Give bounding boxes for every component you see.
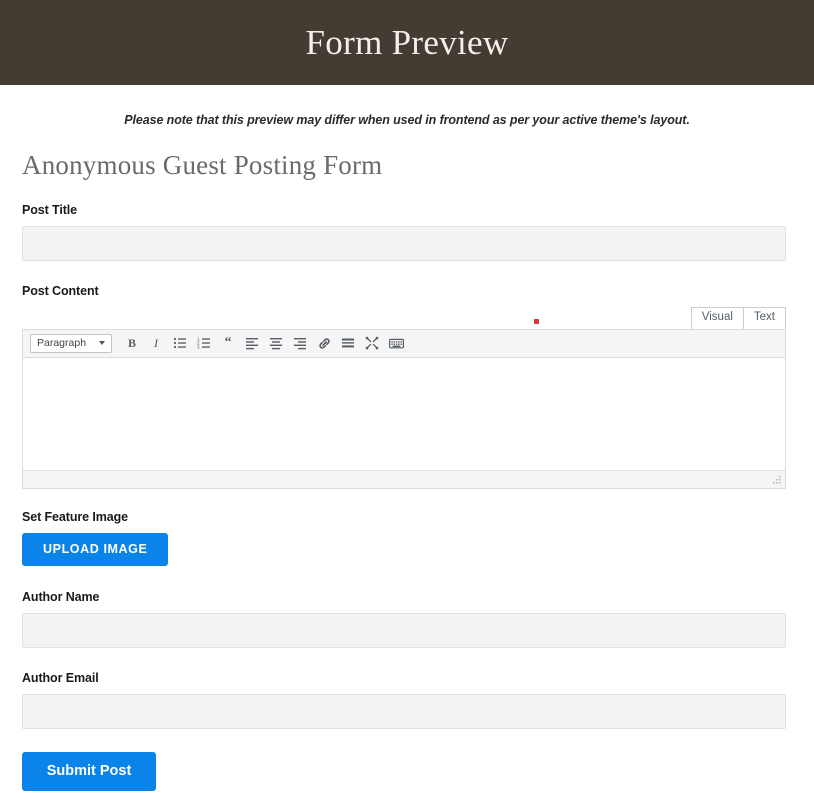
author-name-label: Author Name xyxy=(22,589,100,604)
editor-toolbar: Paragraph B I 1 2 3 “ xyxy=(23,329,785,358)
format-select[interactable]: Paragraph xyxy=(30,333,112,353)
field-post-title: Post Title xyxy=(22,203,786,261)
page-title: Form Preview xyxy=(305,23,509,62)
author-name-input[interactable] xyxy=(22,612,786,648)
wp-editor: Visual Text Paragraph B I 1 2 3 “ xyxy=(22,306,786,489)
numbered-list-icon[interactable]: 1 2 3 xyxy=(193,331,215,355)
align-left-icon[interactable] xyxy=(241,331,263,355)
italic-icon[interactable]: I xyxy=(145,331,167,355)
tab-text[interactable]: Text xyxy=(742,306,786,329)
svg-text:“: “ xyxy=(225,336,232,350)
post-title-input[interactable] xyxy=(22,225,786,261)
align-right-icon[interactable] xyxy=(289,331,311,355)
preview-notice-text: Please note that this preview may differ… xyxy=(124,113,690,127)
tab-visual[interactable]: Visual xyxy=(690,306,744,329)
editor-content-area[interactable] xyxy=(23,357,785,471)
svg-text:3: 3 xyxy=(197,345,200,350)
form-heading: Anonymous Guest Posting Form xyxy=(22,150,383,180)
read-more-icon[interactable] xyxy=(337,331,359,355)
author-email-input[interactable] xyxy=(22,693,786,729)
upload-image-button[interactable]: UPLOAD IMAGE xyxy=(22,532,169,566)
fullscreen-icon[interactable] xyxy=(361,331,383,355)
editor-box: Paragraph B I 1 2 3 “ xyxy=(22,328,786,489)
preview-notice: Please note that this preview may differ… xyxy=(0,85,814,127)
form-container: Anonymous Guest Posting Form Post Title … xyxy=(22,150,786,791)
field-feature-image: Set Feature Image UPLOAD IMAGE xyxy=(22,510,786,566)
resize-grip-icon[interactable] xyxy=(771,475,782,486)
keyboard-shortcuts-icon[interactable] xyxy=(385,331,407,355)
link-icon[interactable] xyxy=(313,331,335,355)
field-author-name: Author Name xyxy=(22,590,786,648)
submit-row: Submit Post xyxy=(22,751,786,791)
feature-image-label: Set Feature Image xyxy=(22,509,128,524)
post-title-label: Post Title xyxy=(22,202,78,217)
chevron-down-icon xyxy=(99,341,105,346)
submit-post-button[interactable]: Submit Post xyxy=(22,751,156,791)
post-content-label: Post Content xyxy=(22,283,99,298)
svg-text:B: B xyxy=(128,336,136,350)
bulleted-list-icon[interactable] xyxy=(169,331,191,355)
format-select-value: Paragraph xyxy=(37,337,87,350)
field-post-content: Post Content Visual Text Paragraph B I 1… xyxy=(22,284,786,489)
editor-status-bar xyxy=(23,470,785,488)
author-email-label: Author Email xyxy=(22,670,99,685)
svg-text:I: I xyxy=(153,336,159,350)
align-center-icon[interactable] xyxy=(265,331,287,355)
editor-tab-list: Visual Text xyxy=(22,306,786,329)
blockquote-icon[interactable]: “ xyxy=(217,331,239,355)
page-header: Form Preview xyxy=(0,0,814,85)
bold-icon[interactable]: B xyxy=(121,331,143,355)
red-dot-marker xyxy=(534,318,539,324)
field-author-email: Author Email xyxy=(22,671,786,729)
